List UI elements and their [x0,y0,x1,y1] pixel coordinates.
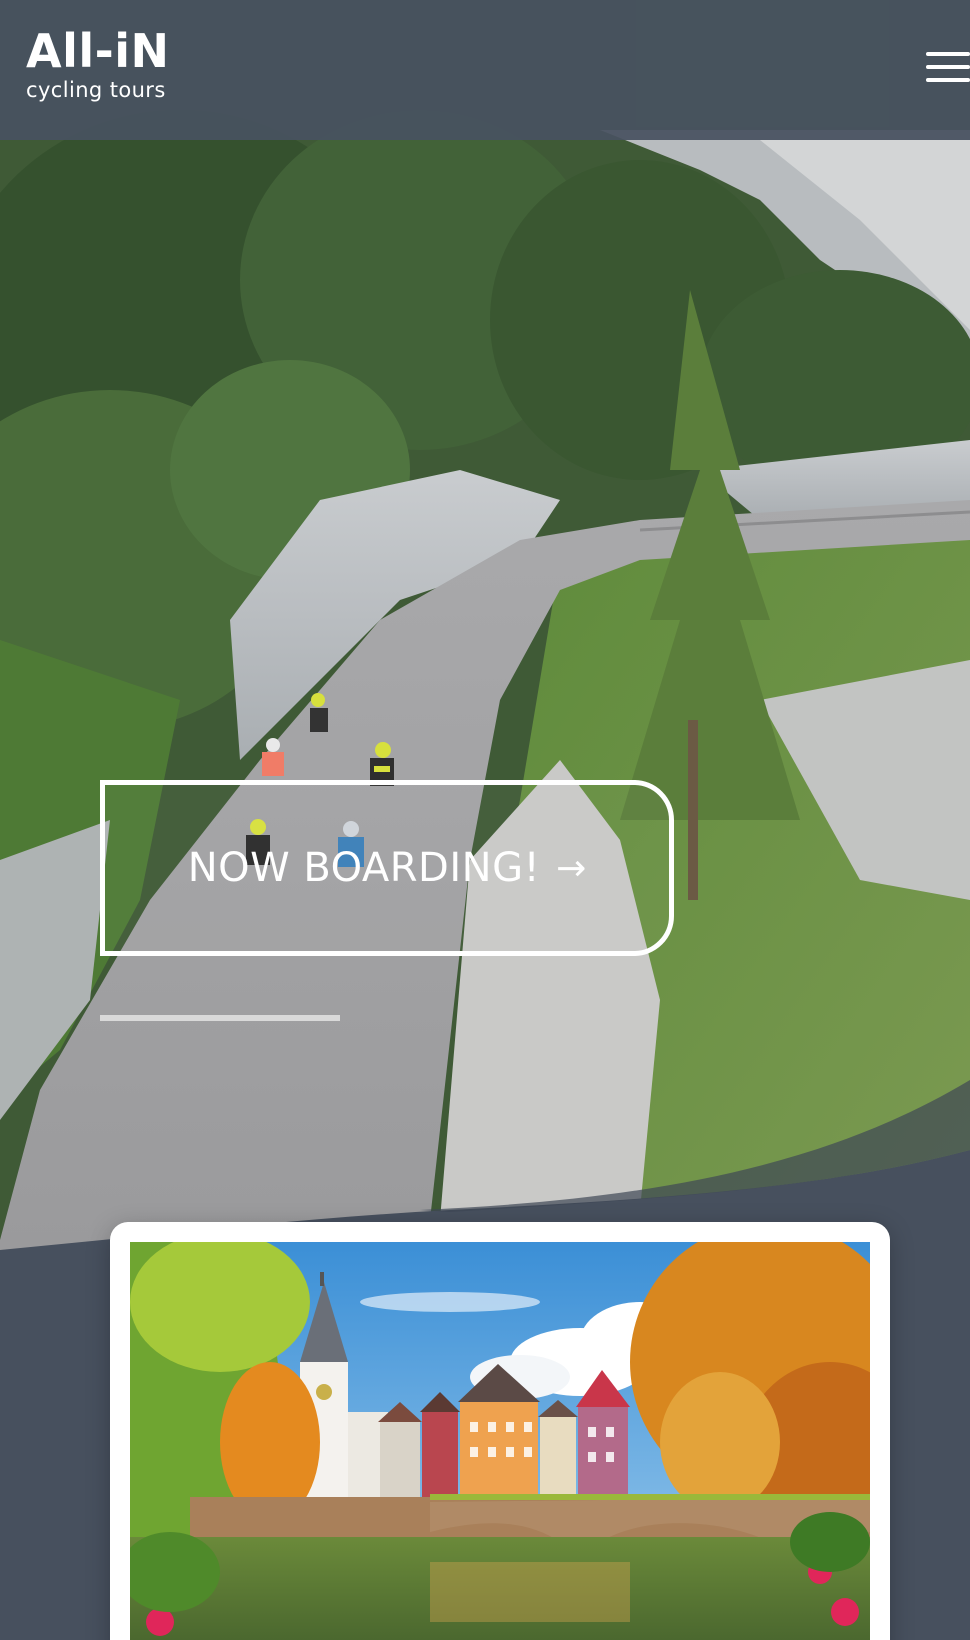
now-boarding-button[interactable]: NOW BOARDING! → [100,780,674,956]
hamburger-menu-icon[interactable] [926,48,970,86]
slide-progress-bar [100,1015,340,1021]
arrow-right-icon: → [556,847,587,889]
hero-cyclists-photo [0,0,970,1260]
now-boarding-label: NOW BOARDING! [187,845,541,891]
logo-title: All-iN [26,24,170,78]
tour-card[interactable] [110,1222,890,1640]
hero-banner: NOW BOARDING! → [0,0,970,1260]
logo[interactable]: All-iN cycling tours [26,24,196,116]
logo-subtitle: cycling tours [26,78,166,102]
site-header: All-iN cycling tours [0,0,970,140]
town-bridge-photo [130,1242,870,1640]
